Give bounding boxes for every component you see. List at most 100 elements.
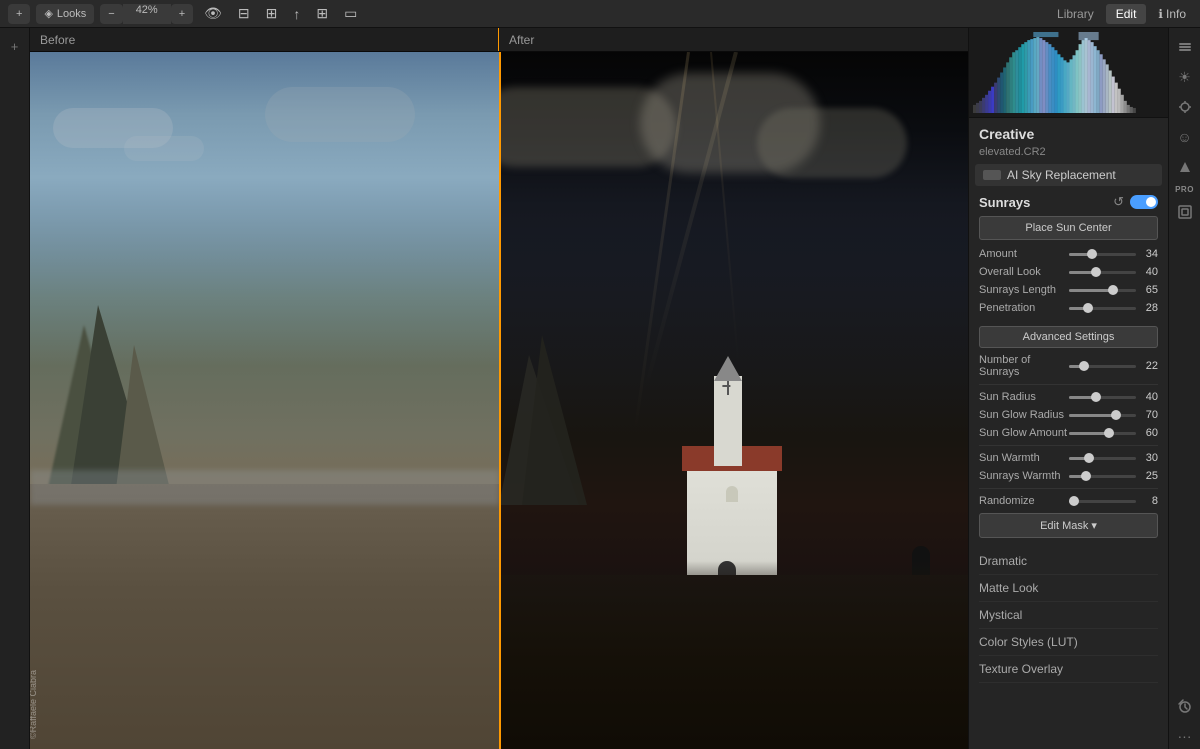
right-icon-sidebar: ☀ ☺ PRO ··· [1168, 28, 1200, 749]
ai-sky-label: AI Sky Replacement [1007, 168, 1154, 182]
image-container[interactable]: ©Raffaele Ciabra [30, 52, 968, 749]
overall-look-label: Overall Look [979, 266, 1069, 278]
randomize-value: 8 [1136, 495, 1158, 507]
cross-horizontal [722, 385, 730, 387]
after-image [499, 52, 968, 749]
library-tab[interactable]: Library [1047, 4, 1104, 24]
number-sunrays-label: Number of Sunrays [979, 354, 1069, 378]
before-after-labels: Before After [30, 28, 968, 52]
creative-title: Creative [969, 118, 1168, 146]
sun-radius-slider-row: Sun Radius 40 [979, 391, 1158, 403]
sunrays-section: Sunrays ↺ Place Sun Center Amount 34 [969, 186, 1168, 542]
sun-glow-amount-value: 60 [1136, 427, 1158, 439]
grid-button[interactable]: ⊞ [311, 3, 333, 24]
zoom-plus-button[interactable]: + [171, 4, 193, 24]
amount-label: Amount [979, 248, 1069, 260]
penetration-slider-row: Penetration 28 [979, 302, 1158, 314]
watermark: ©Raffaele Ciabra [30, 670, 38, 739]
sunrays-warmth-value: 25 [1136, 470, 1158, 482]
share-button[interactable]: ↑ [288, 4, 305, 24]
history-icon[interactable] [1172, 693, 1198, 719]
zoom-display: 42% [123, 4, 171, 24]
eye-button[interactable]: 👁 [199, 3, 227, 24]
randomize-label: Randomize [979, 495, 1069, 507]
sunrays-warmth-slider-row: Sunrays Warmth 25 [979, 470, 1158, 482]
place-sun-button[interactable]: Place Sun Center [979, 216, 1158, 240]
sunrays-reset-button[interactable]: ↺ [1113, 194, 1124, 210]
looks-button[interactable]: ◈ Looks [36, 4, 94, 24]
info-icon: ℹ [1158, 7, 1163, 21]
left-sidebar: + [0, 28, 30, 749]
compare-button[interactable]: ⊟ [233, 3, 255, 24]
sky-icon [983, 170, 1001, 180]
cloud-3 [265, 87, 415, 142]
sidebar-add-icon[interactable]: + [3, 34, 27, 58]
main-layout: + Before After [0, 28, 1200, 749]
more-icon[interactable]: ··· [1172, 723, 1198, 749]
panel-button[interactable]: ▭ [339, 3, 362, 24]
zoom-control: − 42% + [100, 4, 193, 24]
before-label: Before [30, 28, 499, 51]
sunrays-length-label: Sunrays Length [979, 284, 1069, 296]
church-window [726, 486, 738, 502]
rock-transition [499, 561, 968, 596]
ground-after [499, 575, 968, 749]
mystical-item[interactable]: Mystical [979, 602, 1158, 629]
edit-tab[interactable]: Edit [1106, 4, 1147, 24]
erase-icon[interactable] [1172, 154, 1198, 180]
sun-icon[interactable]: ☀ [1172, 64, 1198, 90]
crop-button[interactable]: ⊞ [261, 3, 283, 24]
overall-look-slider-row: Overall Look 40 [979, 266, 1158, 278]
sun-radius-slider[interactable] [1069, 396, 1136, 399]
effects-icon[interactable] [1172, 94, 1198, 120]
drama-cloud-3 [757, 108, 907, 178]
sunrays-length-slider[interactable] [1069, 289, 1136, 292]
split-divider[interactable] [499, 52, 501, 749]
histogram-area [969, 28, 1168, 118]
cloud-2 [124, 136, 204, 161]
sun-glow-amount-label: Sun Glow Amount [979, 427, 1069, 439]
sunrays-warmth-slider[interactable] [1069, 475, 1136, 478]
top-bar: + ◈ Looks − 42% + 👁 ⊟ ⊞ ↑ ⊞ ▭ Library Ed… [0, 0, 1200, 28]
cross-vertical [727, 381, 729, 395]
sun-warmth-value: 30 [1136, 452, 1158, 464]
texture-overlay-item[interactable]: Texture Overlay [979, 656, 1158, 683]
frame-icon[interactable] [1172, 199, 1198, 225]
sunrays-header: Sunrays ↺ [979, 194, 1158, 210]
right-panel: Creative elevated.CR2 AI Sky Replacement… [968, 28, 1168, 749]
sun-glow-radius-label: Sun Glow Radius [979, 409, 1069, 421]
sun-glow-radius-slider[interactable] [1069, 414, 1136, 417]
randomize-slider[interactable] [1069, 500, 1136, 503]
church-tower [714, 376, 742, 466]
penetration-value: 28 [1136, 302, 1158, 314]
before-image: ©Raffaele Ciabra [30, 52, 499, 749]
layers-icon[interactable] [1172, 34, 1198, 60]
penetration-slider[interactable] [1069, 307, 1136, 310]
sunrays-length-slider-row: Sunrays Length 65 [979, 284, 1158, 296]
ground-before [30, 484, 499, 749]
canvas-area: Before After [30, 28, 968, 749]
advanced-settings-button[interactable]: Advanced Settings [979, 326, 1158, 348]
overall-look-slider[interactable] [1069, 271, 1136, 274]
sun-glow-radius-value: 70 [1136, 409, 1158, 421]
mist [30, 470, 499, 505]
sun-radius-value: 40 [1136, 391, 1158, 403]
ai-sky-bar[interactable]: AI Sky Replacement [975, 164, 1162, 186]
looks-icon: ◈ [44, 7, 52, 20]
zoom-minus-button[interactable]: − [100, 4, 122, 24]
face-icon[interactable]: ☺ [1172, 124, 1198, 150]
amount-value: 34 [1136, 248, 1158, 260]
sun-warmth-slider[interactable] [1069, 457, 1136, 460]
info-button[interactable]: ℹ Info [1152, 5, 1192, 23]
matte-look-item[interactable]: Matte Look [979, 575, 1158, 602]
randomize-slider-row: Randomize 8 [979, 495, 1158, 507]
add-button[interactable]: + [8, 4, 30, 24]
sunrays-toggle[interactable] [1130, 195, 1158, 209]
dramatic-item[interactable]: Dramatic [979, 548, 1158, 575]
edit-mask-button[interactable]: Edit Mask ▾ [979, 513, 1158, 538]
color-styles-item[interactable]: Color Styles (LUT) [979, 629, 1158, 656]
histogram-chart [973, 32, 1164, 113]
amount-slider[interactable] [1069, 253, 1136, 256]
sun-glow-amount-slider[interactable] [1069, 432, 1136, 435]
number-sunrays-slider[interactable] [1069, 365, 1136, 368]
